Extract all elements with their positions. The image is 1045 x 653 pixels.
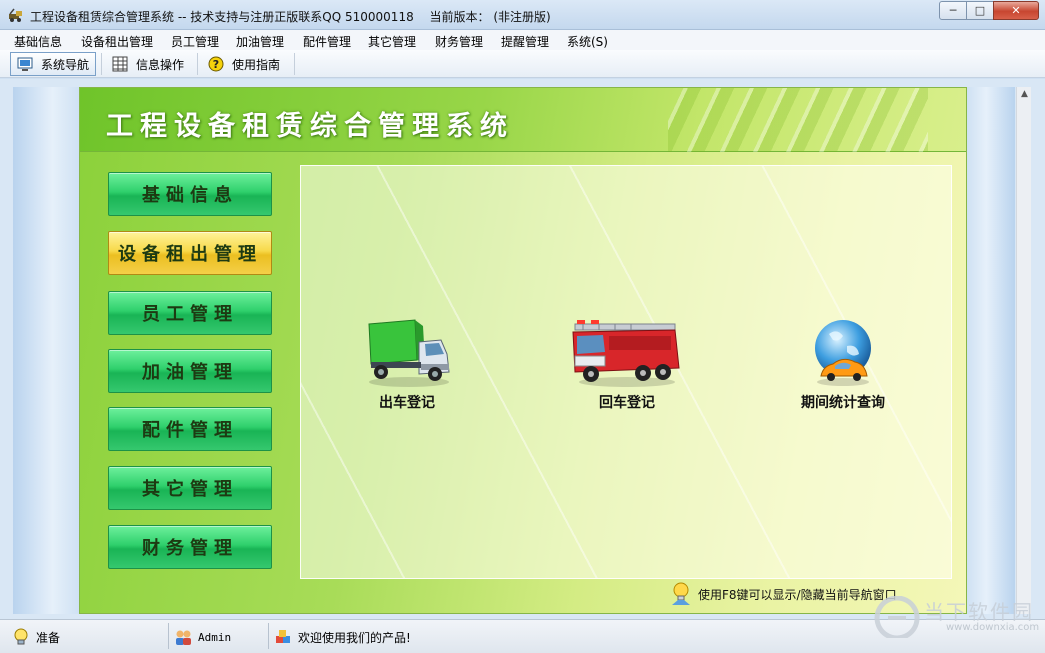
tab-info-ops[interactable]: 信息操作: [106, 52, 190, 76]
system-title: 工程设备租赁综合管理系统: [106, 111, 514, 142]
menu-staff[interactable]: 员工管理: [171, 33, 219, 50]
lightbulb-icon: [672, 582, 690, 605]
toolbar: 系统导航 信息操作 ? 使用指南: [0, 50, 1045, 78]
watermark-url: www.downxia.com: [946, 622, 1040, 633]
status-ready: 准备: [12, 625, 60, 649]
green-truck-icon: [368, 319, 450, 387]
boxes-icon: [276, 630, 290, 643]
scroll-up-icon[interactable]: ▲: [1017, 87, 1032, 102]
window-title: 工程设备租赁综合管理系统 -- 技术支持与注册正版联系QQ 510000118 …: [30, 10, 551, 24]
header-decoration: [668, 88, 928, 152]
nav-fuel-button[interactable]: 加油管理: [108, 349, 272, 393]
close-icon[interactable]: ✕: [993, 1, 1039, 20]
tab-user-guide[interactable]: ? 使用指南: [202, 52, 286, 76]
tile-departure-label: 出车登记: [379, 395, 435, 411]
status-user-text: Admin: [198, 630, 232, 644]
right-backdrop: [967, 87, 1015, 614]
tile-return-register[interactable]: 回车登记: [547, 316, 707, 412]
menu-finance[interactable]: 财务管理: [435, 33, 483, 50]
hint-bar: 使用F8键可以显示/隐藏当前导航窗口: [668, 580, 897, 608]
menu-equipment-rental[interactable]: 设备租出管理: [81, 33, 153, 50]
title-bar[interactable]: 工程设备租赁综合管理系统 -- 技术支持与注册正版联系QQ 510000118 …: [0, 0, 1045, 30]
maximize-icon[interactable]: □: [966, 1, 994, 20]
watermark-text: 当下软件园: [924, 600, 1034, 624]
nav-finance-button[interactable]: 财务管理: [108, 525, 272, 569]
nav-parts-button[interactable]: 配件管理: [108, 407, 272, 451]
nav-staff-button[interactable]: 员工管理: [108, 291, 272, 335]
status-user: Admin: [174, 625, 231, 649]
tab-system-nav[interactable]: 系统导航: [10, 52, 97, 76]
menu-reminder[interactable]: 提醒管理: [501, 33, 549, 50]
tile-statistics-label: 期间统计查询: [801, 395, 885, 411]
status-message-text: 欢迎使用我们的产品!: [298, 630, 411, 645]
status-message: 欢迎使用我们的产品!: [274, 625, 411, 649]
content-area: 出车登记 回车登记 期间统计查询: [300, 165, 952, 579]
bulb-icon: [14, 628, 28, 645]
nav-basic-info-button[interactable]: 基础信息: [108, 172, 272, 216]
tile-period-statistics[interactable]: 期间统计查询: [763, 316, 923, 412]
fire-truck-icon: [572, 320, 680, 387]
status-separator: [268, 623, 269, 649]
navigation-panel: 工程设备租赁综合管理系统 基础信息 设备租出管理 员工管理 加油管理 配件管理 …: [79, 87, 967, 614]
panel-header: 工程设备租赁综合管理系统: [80, 88, 966, 152]
app-icon: [9, 8, 22, 22]
menu-system[interactable]: 系统(S): [567, 33, 608, 50]
menu-bar: 基础信息 设备租出管理 员工管理 加油管理 配件管理 其它管理 财务管理 提醒管…: [0, 30, 1045, 50]
minimize-icon[interactable]: ─: [939, 1, 967, 20]
tile-return-label: 回车登记: [599, 395, 655, 411]
monitor-icon: [17, 57, 33, 71]
status-ready-text: 准备: [36, 630, 61, 645]
help-icon: ?: [208, 56, 224, 72]
menu-basic-info[interactable]: 基础信息: [14, 33, 62, 50]
toolbar-separator: [101, 53, 102, 75]
nav-other-button[interactable]: 其它管理: [108, 466, 272, 510]
svg-text:?: ?: [213, 58, 219, 71]
globe-car-icon: [815, 320, 871, 386]
left-backdrop: [13, 87, 79, 614]
menu-fuel[interactable]: 加油管理: [236, 33, 284, 50]
menu-other[interactable]: 其它管理: [368, 33, 416, 50]
tab-user-guide-label: 使用指南: [232, 57, 281, 72]
status-separator: [168, 623, 169, 649]
toolbar-separator: [197, 53, 198, 75]
toolbar-separator: [294, 53, 295, 75]
menu-parts[interactable]: 配件管理: [303, 33, 351, 50]
grid-icon: [112, 56, 128, 72]
watermark: 当下软件园 www.downxia.com: [866, 594, 1040, 642]
tab-system-nav-label: 系统导航: [41, 57, 90, 72]
window-controls: ─ □ ✕: [939, 1, 1039, 20]
watermark-logo: [874, 596, 920, 638]
users-icon: [176, 630, 191, 645]
vertical-scrollbar[interactable]: ▲: [1016, 87, 1031, 614]
tab-info-ops-label: 信息操作: [136, 57, 185, 72]
tile-departure-register[interactable]: 出车登记: [327, 316, 487, 412]
nav-equipment-rental-button[interactable]: 设备租出管理: [108, 231, 272, 275]
